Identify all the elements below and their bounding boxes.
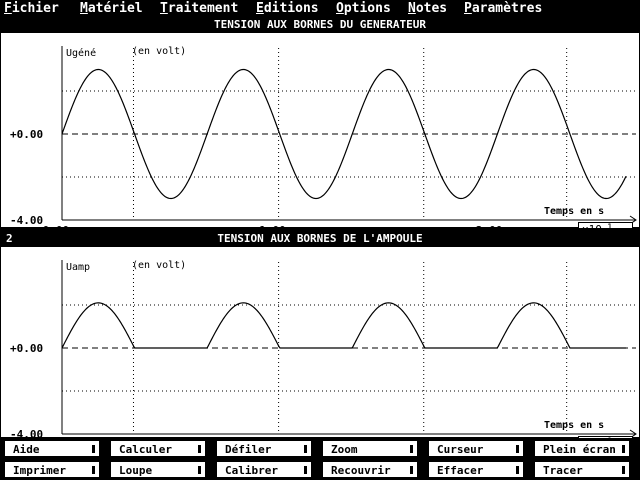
signal-curve xyxy=(61,302,626,349)
toolbar-button-aide[interactable]: Aide xyxy=(4,440,100,457)
toolbar-button-recouvrir[interactable]: Recouvrir xyxy=(322,461,418,478)
x-axis-label: Temps en s xyxy=(544,206,604,217)
unit-label: (en volt) xyxy=(132,46,186,57)
menu-parametres[interactable]: Paramètres xyxy=(464,1,542,16)
toolbar-button-zoom[interactable]: Zoom xyxy=(322,440,418,457)
scale-exponent-label: 1 xyxy=(607,223,612,228)
panel-border xyxy=(0,246,640,438)
toolbar-button-curseur[interactable]: Curseur xyxy=(428,440,524,457)
unit-label: (en volt) xyxy=(132,260,186,271)
chart-panel-lamp: 2 TENSION AUX BORNES DE L'AMPOULE +0.00 -… xyxy=(0,232,640,438)
x-tick-label: +2,00 xyxy=(469,224,502,228)
panel-title-bar: TENSION AUX BORNES DU GENERATEUR xyxy=(0,18,640,32)
y-axis-label: Uamp xyxy=(66,262,90,273)
chart-panel-generator: TENSION AUX BORNES DU GENERATEUR +0.00 -4… xyxy=(0,18,640,228)
menu-bar: Fichier Matériel Traitement Editions Options… xyxy=(0,0,640,18)
menu-label-rest: aramètres xyxy=(471,1,543,16)
menu-hotkey-letter: P xyxy=(464,1,472,16)
panel-title: TENSION AUX BORNES DE L'AMPOULE xyxy=(217,232,423,245)
generator-voltage-chart: +0.00-4.00Ugéné(en volt)Temps en s+0,00+… xyxy=(0,32,640,228)
scale-base-label: x10 xyxy=(582,223,602,228)
menu-hotkey-letter: N xyxy=(408,1,416,16)
x-tick-label: +0,00 xyxy=(36,224,69,228)
toolbar-button-calibrer[interactable]: Calibrer xyxy=(216,461,312,478)
panel-border xyxy=(0,32,640,228)
toolbar-button-defiler[interactable]: Défiler xyxy=(216,440,312,457)
menu-label-rest: ditions xyxy=(263,1,319,16)
y-axis-label: Ugéné xyxy=(66,47,96,59)
menu-fichier[interactable]: Fichier xyxy=(4,1,59,16)
menu-hotkey-letter: T xyxy=(160,1,168,16)
menu-options[interactable]: Options xyxy=(336,1,391,16)
lamp-voltage-chart: +0.00-4.00Uamp(en volt)Temps en s+0,00+1… xyxy=(0,246,640,438)
menu-materiel[interactable]: Matériel xyxy=(80,1,143,16)
menu-editions[interactable]: Editions xyxy=(256,1,319,16)
menu-hotkey-letter: O xyxy=(336,1,344,16)
menu-traitement[interactable]: Traitement xyxy=(160,1,238,16)
menu-label-rest: atériel xyxy=(87,1,143,16)
menu-hotkey-letter: F xyxy=(4,1,12,16)
menu-notes[interactable]: Notes xyxy=(408,1,447,16)
x-axis-label: Temps en s xyxy=(544,420,604,431)
toolbar-button-plein-ecran[interactable]: Plein écran xyxy=(534,440,630,457)
toolbar-button-loupe[interactable]: Loupe xyxy=(110,461,206,478)
toolbar-button-imprimer[interactable]: Imprimer xyxy=(4,461,100,478)
menu-label-rest: raitement xyxy=(167,1,239,16)
toolbar-button-tracer[interactable]: Tracer xyxy=(534,461,630,478)
menu-hotkey-letter: M xyxy=(80,1,88,16)
menu-label-rest: otes xyxy=(415,1,448,16)
toolbar-button-effacer[interactable]: Effacer xyxy=(428,461,524,478)
menu-label-rest: ichier xyxy=(11,1,59,16)
panel-title: TENSION AUX BORNES DU GENERATEUR xyxy=(214,18,426,31)
toolbar: Aide Calculer Défiler Zoom Curseur Plein écra… xyxy=(0,438,640,480)
toolbar-button-calculer[interactable]: Calculer xyxy=(110,440,206,457)
menu-label-rest: ptions xyxy=(343,1,391,16)
menu-hotkey-letter: E xyxy=(256,1,264,16)
y-tick-label: +0.00 xyxy=(10,342,43,355)
panel-title-bar: 2 TENSION AUX BORNES DE L'AMPOULE xyxy=(0,232,640,246)
x-tick-label: +1,00 xyxy=(253,224,286,228)
y-tick-label: -4.00 xyxy=(10,428,43,438)
y-tick-label: +0.00 xyxy=(10,128,43,141)
